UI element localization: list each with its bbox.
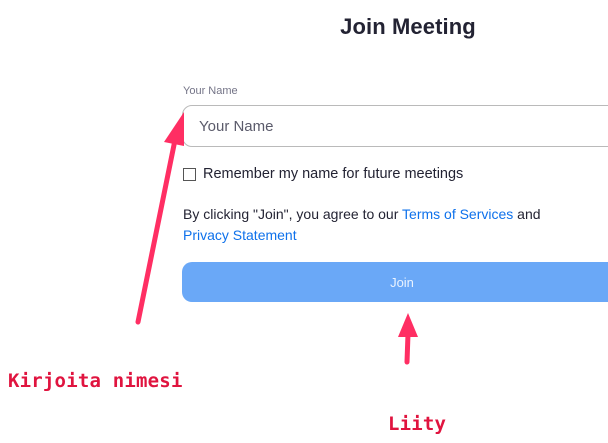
name-input[interactable] [182,105,608,147]
join-arrowhead-icon [398,313,418,337]
remember-name-row[interactable]: Remember my name for future meetings [183,166,463,182]
name-arrow-icon [135,137,178,325]
join-arrow-icon [404,331,411,365]
terms-notice: By clicking "Join", you agree to our Ter… [183,204,608,246]
join-meeting-page: Join Meeting Your Name Remember my name … [0,0,608,443]
name-arrowhead-icon [164,112,184,146]
page-title: Join Meeting [340,14,476,39]
terms-and-text: and [513,206,541,222]
name-hint-annotation: Kirjoita nimesi [8,370,183,392]
terms-prefix-text: By clicking "Join", you agree to our [183,206,403,222]
join-button[interactable]: Join [182,262,608,302]
remember-name-checkbox[interactable] [183,167,196,181]
join-hint-annotation: Liity [388,413,447,435]
name-field-label: Your Name [183,85,238,97]
remember-name-label: Remember my name for future meetings [203,166,464,182]
terms-of-service-link[interactable]: Terms of Services [402,206,513,222]
privacy-statement-link[interactable]: Privacy Statement [183,227,297,243]
